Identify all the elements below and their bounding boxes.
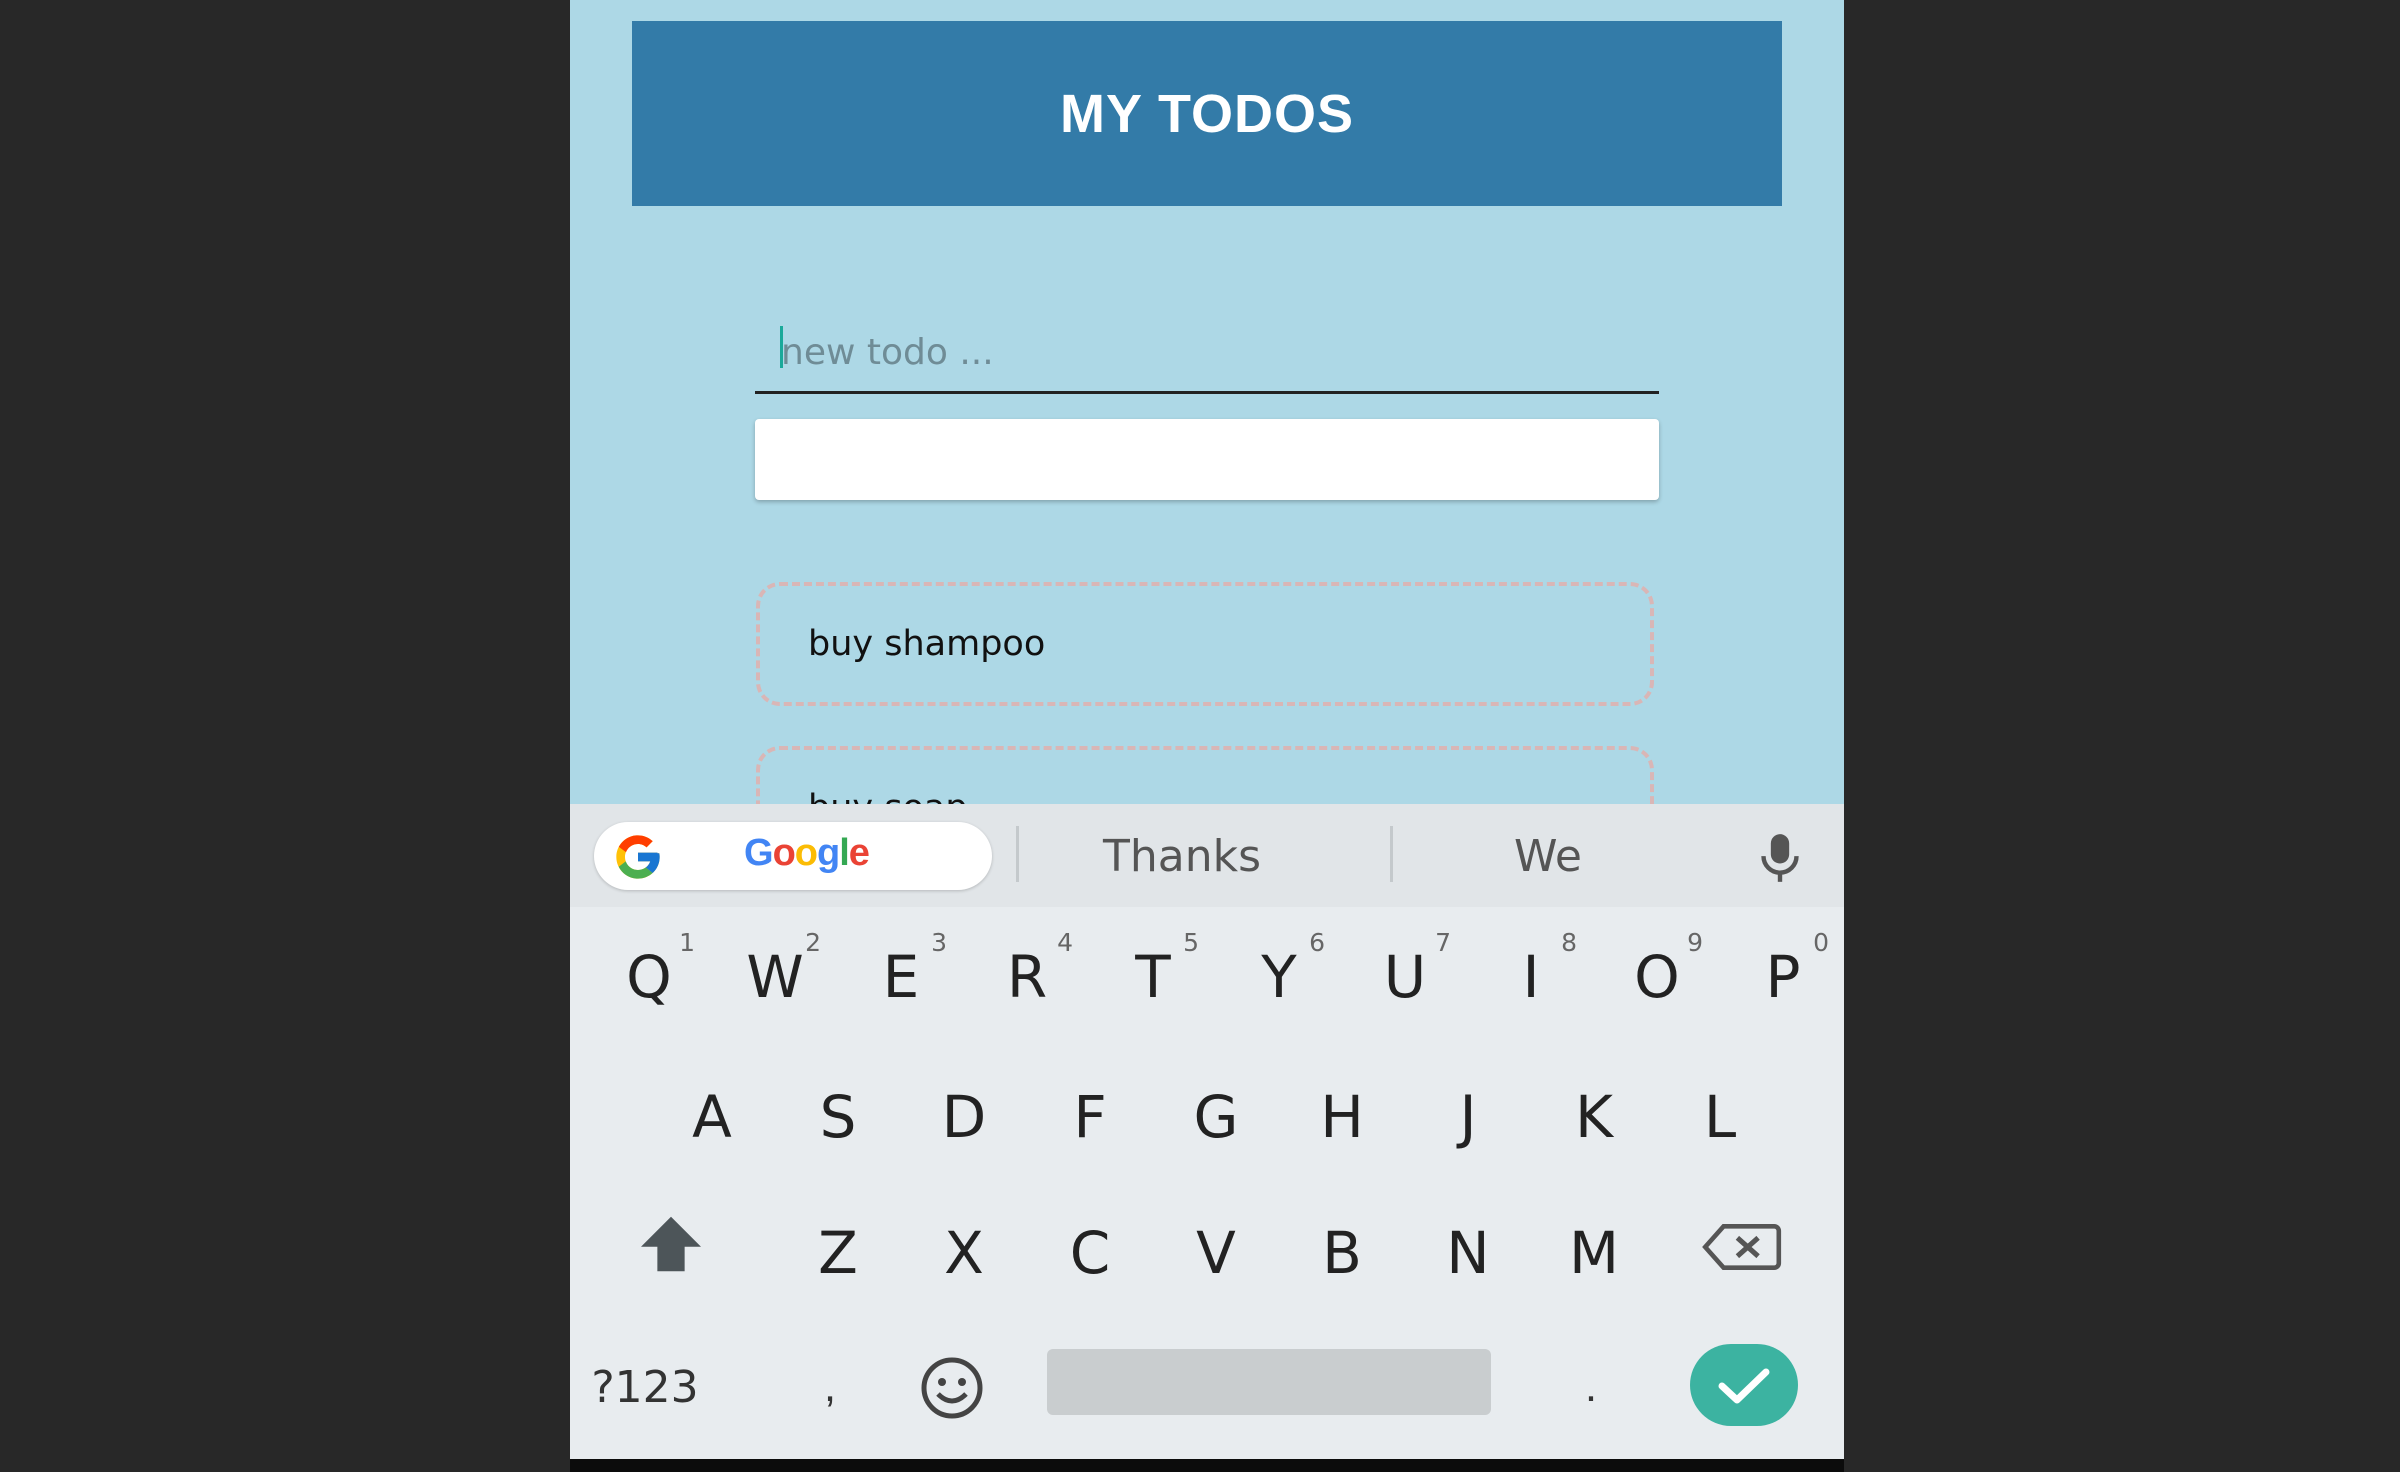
key-u[interactable]: U7: [1345, 922, 1465, 1032]
key-hint: 1: [679, 928, 695, 957]
key-v[interactable]: V: [1156, 1198, 1276, 1308]
mic-icon[interactable]: [1758, 832, 1802, 884]
page-title: MY TODOS: [1059, 83, 1355, 144]
nav-bar-edge: [570, 1459, 1844, 1472]
key-g[interactable]: G: [1156, 1062, 1276, 1172]
key-x[interactable]: X: [904, 1198, 1024, 1308]
key-t[interactable]: T5: [1093, 922, 1213, 1032]
key-h[interactable]: H: [1282, 1062, 1402, 1172]
key-f[interactable]: F: [1030, 1062, 1150, 1172]
todo-text: buy shampoo: [808, 624, 1046, 664]
key-hint: 3: [931, 928, 947, 957]
key-label: U: [1383, 943, 1427, 1011]
suggestion-item[interactable]: Thanks: [1040, 826, 1324, 886]
app-screen: MY TODOS buy shampoo buy soap Google Th: [570, 0, 1844, 1459]
key-m[interactable]: M: [1534, 1198, 1654, 1308]
enter-button[interactable]: [1690, 1344, 1798, 1426]
key-hint: 6: [1309, 928, 1325, 957]
key-hint: 9: [1687, 928, 1703, 957]
soft-keyboard: Google Thanks We Q1 W2 E3 R4 T5 Y6 U7 I8…: [570, 804, 1844, 1459]
key-e[interactable]: E3: [841, 922, 961, 1032]
space-bar[interactable]: [1047, 1349, 1491, 1415]
symbols-key[interactable]: ?123: [590, 1352, 700, 1422]
divider: [1016, 826, 1019, 882]
key-label: P: [1765, 943, 1801, 1011]
key-label: E: [882, 943, 920, 1011]
key-label: Q: [626, 943, 672, 1011]
todo-item[interactable]: buy shampoo: [756, 582, 1654, 706]
key-label: Y: [1261, 943, 1297, 1011]
backspace-icon[interactable]: [1702, 1224, 1782, 1270]
key-c[interactable]: C: [1030, 1198, 1150, 1308]
key-hint: 0: [1813, 928, 1829, 957]
divider: [1390, 826, 1393, 882]
check-icon: [1718, 1368, 1770, 1404]
key-j[interactable]: J: [1408, 1062, 1528, 1172]
suggestion-bar: Google Thanks We: [570, 804, 1844, 907]
key-p[interactable]: P0: [1723, 922, 1843, 1032]
key-hint: 7: [1435, 928, 1451, 957]
key-d[interactable]: D: [904, 1062, 1024, 1172]
key-hint: 8: [1561, 928, 1577, 957]
key-i[interactable]: I8: [1471, 922, 1591, 1032]
key-z[interactable]: Z: [778, 1198, 898, 1308]
google-search-button[interactable]: Google: [594, 822, 992, 890]
key-a[interactable]: A: [652, 1062, 772, 1172]
key-r[interactable]: R4: [967, 922, 1087, 1032]
key-o[interactable]: O9: [1597, 922, 1717, 1032]
key-hint: 5: [1183, 928, 1199, 957]
key-k[interactable]: K: [1534, 1062, 1654, 1172]
key-s[interactable]: S: [778, 1062, 898, 1172]
new-todo-input[interactable]: [755, 314, 1659, 394]
add-todo-button[interactable]: [755, 419, 1659, 500]
key-q[interactable]: Q1: [589, 922, 709, 1032]
emoji-icon[interactable]: [920, 1356, 984, 1420]
key-label: T: [1135, 943, 1171, 1011]
key-label: O: [1634, 943, 1680, 1011]
key-n[interactable]: N: [1408, 1198, 1528, 1308]
suggestion-item[interactable]: We: [1410, 826, 1686, 886]
key-y[interactable]: Y6: [1219, 922, 1339, 1032]
key-hint: 4: [1057, 928, 1073, 957]
key-b[interactable]: B: [1282, 1198, 1402, 1308]
key-hint: 2: [805, 928, 821, 957]
key-label: R: [1006, 943, 1048, 1011]
google-doodle: Google: [744, 832, 870, 874]
key-w[interactable]: W2: [715, 922, 835, 1032]
comma-key[interactable]: ,: [800, 1352, 860, 1422]
app-header: MY TODOS: [632, 21, 1782, 206]
text-cursor: [780, 326, 783, 368]
key-label: I: [1522, 943, 1540, 1011]
key-l[interactable]: L: [1660, 1062, 1780, 1172]
shift-icon[interactable]: [636, 1214, 706, 1274]
google-g-icon: [616, 835, 660, 879]
period-key[interactable]: .: [1566, 1352, 1616, 1422]
key-label: W: [746, 943, 804, 1011]
